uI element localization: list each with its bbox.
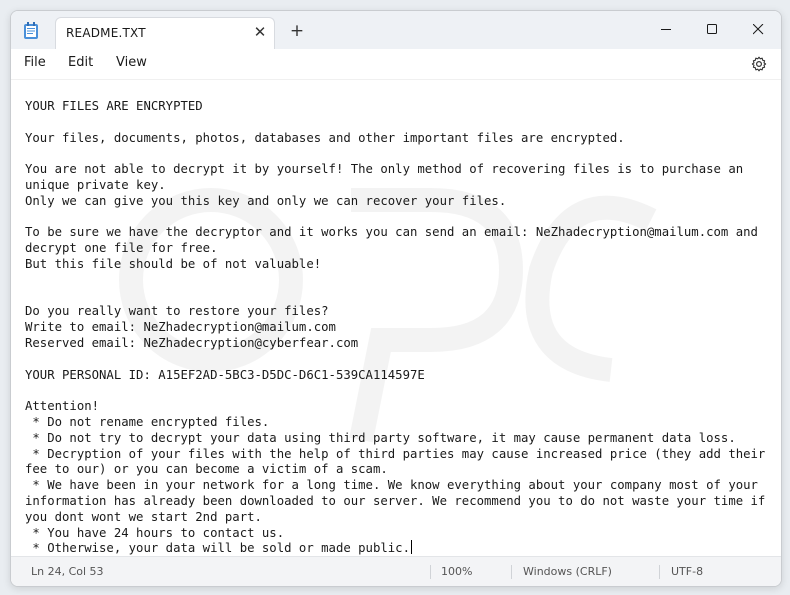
new-tab-button[interactable]: + [287,21,307,41]
menu-bar: File Edit View [11,49,781,79]
notepad-icon [23,22,39,40]
close-icon[interactable]: ✕ [250,22,270,42]
menu-view[interactable]: View [116,55,147,70]
tab-readme[interactable]: README.TXT ✕ [55,17,275,49]
notepad-window: README.TXT ✕ + File Edit View YOUR FILES… [10,10,782,587]
line-ending[interactable]: Windows (CRLF) [523,565,612,578]
text-line: * We have been in your network for a lon… [25,478,758,493]
zoom-level[interactable]: 100% [441,565,472,578]
menu-edit[interactable]: Edit [68,55,93,70]
status-divider [430,565,431,579]
text-line: * Decryption of your files with the help… [25,446,766,461]
text-line: decrypt one file for free. [25,241,218,256]
close-icon [753,24,764,35]
title-bar[interactable]: README.TXT ✕ + [11,11,781,49]
text-line: Reserved email: NeZhadecryption@cyberfea… [25,336,359,350]
text-line: * Otherwise, your data will be sold or m… [25,540,412,556]
text-line: Only we can give you this key and only w… [25,193,507,208]
text-line: Your files, documents, photos, databases… [25,130,625,145]
encoding[interactable]: UTF-8 [671,565,703,578]
text-line: Attention! [25,399,100,414]
text-line: To be sure we have the decryptor and it … [25,225,758,240]
text-line: Write to email: NeZhadecryption@mailum.c… [25,320,336,335]
maximize-icon [707,24,717,34]
text-line: Do you really want to restore your files… [25,304,329,319]
menu-file[interactable]: File [24,55,46,70]
tab-title: README.TXT [66,26,146,40]
close-window-button[interactable] [735,15,781,45]
status-bar: Ln 24, Col 53 100% Windows (CRLF) UTF-8 [11,556,781,586]
status-divider [659,565,660,579]
cursor-position: Ln 24, Col 53 [31,565,104,578]
text-line: But this file should be of not valuable! [25,257,322,271]
text-line: YOUR FILES ARE ENCRYPTED [25,99,203,113]
minimize-icon [661,29,671,30]
text-editor[interactable]: YOUR FILES ARE ENCRYPTED Your files, docu… [11,79,781,557]
text-line: You are not able to decrypt it by yourse… [25,162,744,177]
text-caret [410,540,412,555]
text-line: unique private key. [25,178,166,192]
minimize-button[interactable] [643,15,689,45]
text-line: * Do not try to decrypt your data using … [25,430,736,445]
text-line: fee to our) or you can become a victim o… [25,462,388,477]
maximize-button[interactable] [689,15,735,45]
gear-icon[interactable] [751,56,767,72]
text-line: information has already been downloaded … [25,494,766,508]
text-line: YOUR PERSONAL ID: A15EF2AD-5BC3-D5DC-D6C… [25,367,425,382]
text-line: * Do not rename encrypted files. [25,415,270,429]
status-divider [511,565,512,579]
text-line: you dont wont we start 2nd part. [25,509,262,524]
text-line: * You have 24 hours to contact us. [25,525,285,540]
